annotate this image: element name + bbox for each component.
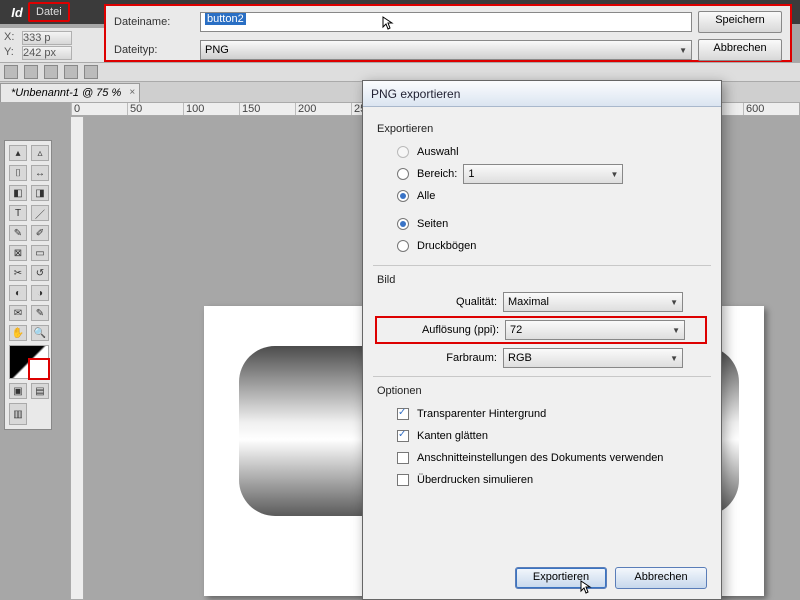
document-tab[interactable]: *Unbenannt-1 @ 75 % × [0,83,140,102]
apply-color-icon[interactable]: ▣ [9,383,27,399]
document-tab-label: *Unbenannt-1 @ 75 % [11,87,121,99]
fill-stroke-swatch[interactable] [9,345,49,379]
cursor-icon [381,15,397,34]
gradient-swatch-tool-icon[interactable]: ◐ [9,285,27,301]
chevron-down-icon: ▼ [672,326,680,335]
radio-range[interactable] [397,168,409,180]
chevron-down-icon: ▼ [610,170,618,179]
filename-selection: button2 [205,13,246,25]
check-transparent-bg-label: Transparenter Hintergrund [417,408,546,420]
file-save-panel: Dateiname: button2 Speichern Dateityp: P… [104,4,792,62]
check-transparent-bg[interactable] [397,408,409,420]
free-transform-tool-icon[interactable]: ↺ [31,265,49,281]
chevron-down-icon: ▼ [670,354,678,363]
direct-selection-tool-icon[interactable]: ▵ [31,145,49,161]
note-tool-icon[interactable]: ✉ [9,305,27,321]
chevron-down-icon: ▼ [679,46,687,55]
x-field[interactable]: 333 p [22,31,72,45]
export-section-label: Exportieren [377,123,707,135]
rectangle-tool-icon[interactable]: ▭ [31,245,49,261]
check-overprint-label: Überdrucken simulieren [417,474,533,486]
ruler-tick: 100 [183,103,239,115]
filename-input[interactable]: button2 [200,12,692,32]
resolution-label: Auflösung (ppi): [379,324,499,336]
icon-generic[interactable] [64,65,78,79]
save-button[interactable]: Speichern [698,11,782,33]
range-dropdown[interactable]: 1 ▼ [463,164,623,184]
radio-pages-label: Seiten [417,218,448,230]
content-placer-icon[interactable]: ◨ [31,185,49,201]
filetype-dropdown[interactable]: PNG ▼ [200,40,692,60]
line-tool-icon[interactable]: ／ [31,205,49,221]
pencil-tool-icon[interactable]: ✐ [31,225,49,241]
ruler-tick: 150 [239,103,295,115]
app-logo-indesign: Id [6,2,28,22]
close-icon[interactable]: × [129,87,135,98]
gradient-feather-tool-icon[interactable]: ◑ [31,285,49,301]
icon-generic[interactable] [84,65,98,79]
radio-all[interactable] [397,190,409,202]
type-tool-icon[interactable]: T [9,205,27,221]
apply-gradient-icon[interactable]: ▤ [31,383,49,399]
colorspace-label: Farbraum: [377,352,497,364]
ruler-tick: 50 [127,103,183,115]
radio-spreads[interactable] [397,240,409,252]
eyedropper-tool-icon[interactable]: ✎ [31,305,49,321]
filetype-label: Dateityp: [114,44,194,56]
quality-label: Qualität: [377,296,497,308]
y-label: Y: [4,46,14,58]
radio-all-label: Alle [417,190,435,202]
menu-file[interactable]: Datei [28,2,70,22]
check-bleed-label: Anschnitteinstellungen des Dokuments ver… [417,452,663,464]
image-section-label: Bild [377,274,707,286]
zoom-tool-icon[interactable]: 🔍 [31,325,49,341]
page-tool-icon[interactable]: ⌷ [9,165,27,181]
radio-pages[interactable] [397,218,409,230]
dialog-cancel-button[interactable]: Abbrechen [615,567,707,589]
dialog-titlebar[interactable]: PNG exportieren [363,81,721,107]
colorspace-value: RGB [508,352,532,364]
hand-tool-icon[interactable]: ✋ [9,325,27,341]
vertical-ruler [70,116,84,600]
content-collector-icon[interactable]: ◧ [9,185,27,201]
quality-value: Maximal [508,296,549,308]
radio-selection-label: Auswahl [417,146,459,158]
ruler-tick: 0 [71,103,127,115]
resolution-dropdown[interactable]: 72 ▼ [505,320,685,340]
scissors-tool-icon[interactable]: ✂ [9,265,27,281]
control-bar [0,62,800,82]
icon-generic[interactable] [24,65,38,79]
radio-selection [397,146,409,158]
pen-tool-icon[interactable]: ✎ [9,225,27,241]
rectangle-frame-tool-icon[interactable]: ⊠ [9,245,27,261]
ruler-tick: 200 [295,103,351,115]
chevron-down-icon: ▼ [670,298,678,307]
transform-panel: X: 333 p Y: 242 px [0,28,104,64]
filename-label: Dateiname: [114,16,194,28]
radio-spreads-label: Druckbögen [417,240,476,252]
filetype-value: PNG [205,44,229,56]
export-button[interactable]: Exportieren [515,567,607,589]
cancel-button[interactable]: Abbrechen [698,39,782,61]
view-mode-icon[interactable]: ▥ [9,403,27,425]
check-antialias[interactable] [397,430,409,442]
check-overprint[interactable] [397,474,409,486]
png-export-dialog: PNG exportieren Exportieren Auswahl Bere… [362,80,722,600]
ruler-tick: 600 [743,103,799,115]
radio-range-label: Bereich: [417,168,457,180]
icon-generic[interactable] [44,65,58,79]
resolution-value: 72 [510,324,522,336]
icon-generic[interactable] [4,65,18,79]
y-field[interactable]: 242 px [22,46,72,60]
gap-tool-icon[interactable]: ↔ [31,165,49,181]
tools-palette: ▴ ▵ ⌷ ↔ ◧ ◨ T ／ ✎ ✐ ⊠ ▭ ✂ ↺ ◐ ◑ ✉ ✎ ✋ 🔍 … [4,140,52,430]
colorspace-dropdown[interactable]: RGB ▼ [503,348,683,368]
x-label: X: [4,31,14,43]
selection-tool-icon[interactable]: ▴ [9,145,27,161]
quality-dropdown[interactable]: Maximal ▼ [503,292,683,312]
range-value: 1 [468,168,474,180]
check-bleed[interactable] [397,452,409,464]
options-section-label: Optionen [377,385,707,397]
check-antialias-label: Kanten glätten [417,430,488,442]
